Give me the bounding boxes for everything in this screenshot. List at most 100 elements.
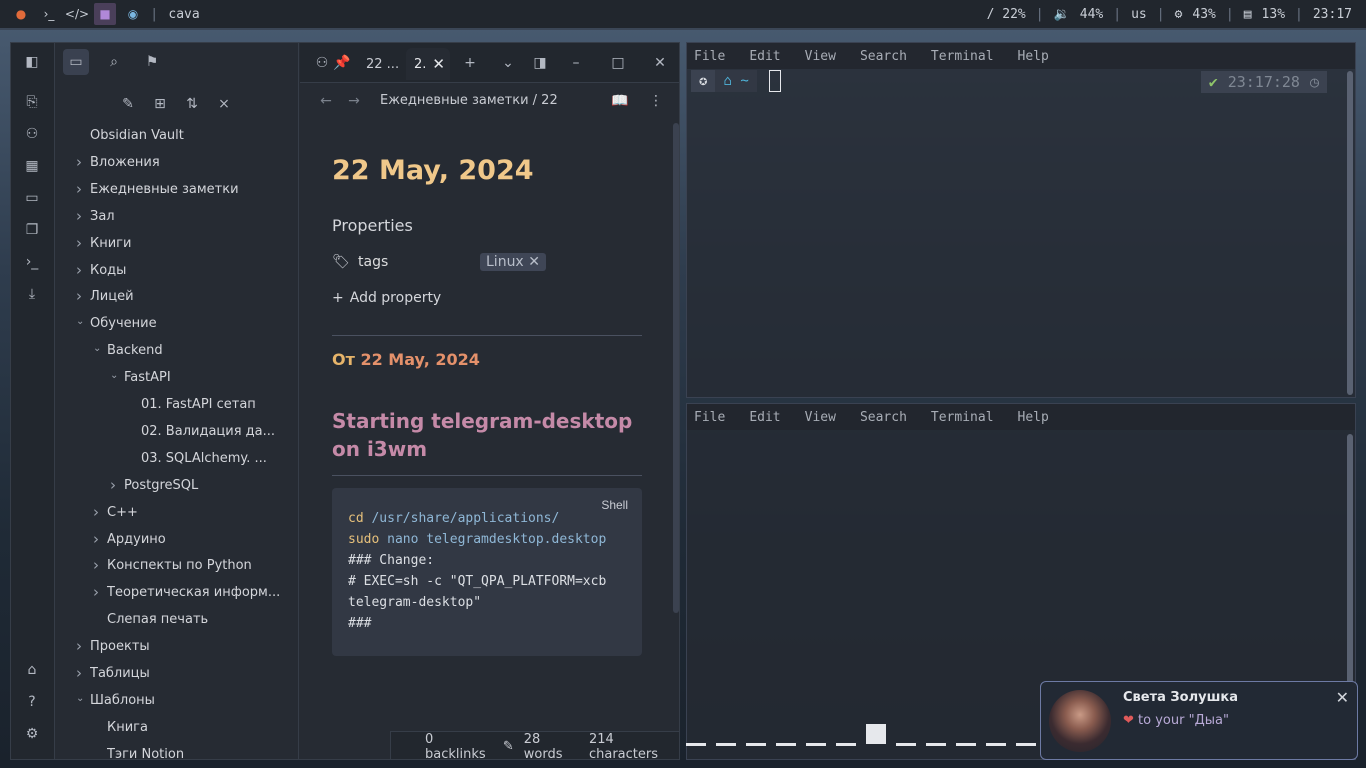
breadcrumb[interactable]: Ежедневные заметки / 22 М — [380, 93, 562, 108]
import-icon[interactable]: ⤓ — [21, 283, 43, 305]
pin-icon[interactable]: 📌 — [332, 53, 352, 73]
folder-item[interactable]: Таблицы — [90, 663, 285, 685]
file-item[interactable]: Тэги Notion — [107, 744, 285, 759]
backlinks-count[interactable]: 0 backlinks — [425, 732, 493, 760]
chevron-down-icon[interactable]: ⌄ — [76, 693, 88, 704]
menu-view[interactable]: View — [805, 49, 836, 64]
from-date-link[interactable]: 22 May, 2024 — [360, 350, 479, 369]
close-window-icon[interactable]: ✕ — [650, 53, 670, 73]
settings-gear-icon[interactable]: ⚙ — [21, 723, 43, 745]
chevron-down-icon[interactable]: ⌄ — [93, 343, 105, 354]
folder-item[interactable]: Зал — [90, 206, 285, 228]
tag-pill-linux[interactable]: Linux ✕ — [480, 253, 546, 271]
folder-item[interactable]: PostgreSQL — [124, 475, 285, 497]
volume-icon[interactable]: 🔉 — [1054, 7, 1070, 22]
menu-edit[interactable]: Edit — [749, 49, 780, 64]
close-notification-icon[interactable]: ✕ — [1336, 688, 1349, 707]
new-folder-icon[interactable]: ⊞ — [147, 91, 173, 117]
chevron-right-icon[interactable]: › — [76, 234, 88, 252]
more-options-icon[interactable]: ⋮ — [646, 91, 666, 111]
folder-item[interactable]: Конспекты по Python — [107, 555, 285, 577]
chevron-right-icon[interactable]: › — [93, 556, 105, 574]
folder-item[interactable]: Шаблоны — [90, 690, 285, 712]
folder-item[interactable]: Обучение — [90, 313, 285, 335]
menu-file-2[interactable]: File — [694, 410, 725, 425]
file-item[interactable]: 03. SQLAlchemy. ... — [141, 448, 285, 470]
volume-level[interactable]: 44% — [1080, 7, 1103, 22]
folder-item[interactable]: Ардуино — [107, 529, 285, 551]
file-item[interactable]: 02. Валидация да... — [141, 421, 285, 443]
close-tab-icon[interactable]: ✕ — [432, 55, 445, 73]
folder-item[interactable]: Книги — [90, 233, 285, 255]
open-quick-switcher-icon[interactable]: ⎘ — [21, 91, 43, 113]
folder-item[interactable]: Backend — [107, 340, 285, 362]
terminal-top-scrollbar[interactable] — [1347, 71, 1353, 395]
menu-help[interactable]: Help — [1018, 49, 1049, 64]
command-palette-icon[interactable]: ›_ — [21, 251, 43, 273]
menu-file[interactable]: File — [694, 49, 725, 64]
keyboard-layout[interactable]: us — [1131, 7, 1147, 22]
property-key-tags[interactable]: tags — [358, 254, 388, 270]
folder-item[interactable]: Теоретическая информ... — [107, 582, 285, 604]
help-icon[interactable]: ? — [21, 691, 43, 713]
bookmarks-icon[interactable]: ⚑ — [139, 49, 165, 75]
calendar-icon[interactable]: ▭ — [21, 187, 43, 209]
maximize-icon[interactable]: □ — [608, 53, 628, 73]
files-tab-icon[interactable]: ▭ — [63, 49, 89, 75]
properties-heading[interactable]: Properties — [332, 216, 642, 235]
note-title[interactable]: 22 May, 2024 — [332, 155, 642, 186]
menu-terminal[interactable]: Terminal — [931, 49, 994, 64]
menu-edit-2[interactable]: Edit — [749, 410, 780, 425]
forward-arrow-icon[interactable]: → — [344, 91, 364, 111]
folder-item[interactable]: C++ — [107, 502, 285, 524]
tab-list-chevron-down-icon[interactable]: ⌄ — [498, 53, 518, 73]
menu-search[interactable]: Search — [860, 49, 907, 64]
chevron-right-icon[interactable]: › — [93, 530, 105, 548]
sidebar-toggle-icon[interactable]: ◧ — [21, 51, 43, 73]
chevron-right-icon[interactable]: › — [110, 476, 122, 494]
edit-mode-icon[interactable]: ✎ — [503, 739, 514, 754]
menu-terminal-2[interactable]: Terminal — [931, 410, 994, 425]
menu-view-2[interactable]: View — [805, 410, 836, 425]
obsidian-icon[interactable]: ■ — [94, 3, 116, 25]
search-icon[interactable]: ⌕ — [101, 49, 127, 75]
remove-tag-icon[interactable]: ✕ — [528, 254, 540, 270]
file-item[interactable]: Книга — [107, 717, 285, 739]
chevron-down-icon[interactable]: ⌄ — [110, 370, 122, 381]
collapse-all-icon[interactable]: ⨯ — [211, 91, 237, 117]
folder-item[interactable]: Проекты — [90, 636, 285, 658]
file-item[interactable]: 01. FastAPI сетап — [141, 394, 285, 416]
menu-search-2[interactable]: Search — [860, 410, 907, 425]
code-icon[interactable]: </> — [65, 3, 89, 25]
vault-switcher-icon[interactable]: ⌂ — [21, 659, 43, 681]
chevron-right-icon[interactable]: › — [76, 287, 88, 305]
folder-item[interactable]: FastAPI — [124, 367, 285, 389]
canvas-icon[interactable]: ▦ — [21, 155, 43, 177]
vault-name[interactable]: Obsidian Vault — [90, 125, 184, 147]
back-arrow-icon[interactable]: ← — [316, 91, 336, 111]
graph-view-icon[interactable]: ⚇ — [21, 123, 43, 145]
menu-help-2[interactable]: Help — [1018, 410, 1049, 425]
file-item[interactable]: Слепая печать — [107, 609, 285, 631]
chevron-right-icon[interactable]: › — [76, 180, 88, 198]
tab-note-1[interactable]: 22 ... — [358, 48, 402, 80]
tab-note-2[interactable]: 2. ✕ — [406, 48, 450, 80]
chevron-right-icon[interactable]: › — [76, 637, 88, 655]
editor-scrollbar[interactable] — [673, 123, 679, 613]
add-property-button[interactable]: + Add property — [332, 287, 642, 309]
section-heading[interactable]: Starting telegram-desktop on i3wm — [332, 407, 642, 463]
telegram-icon[interactable]: ◉ — [122, 3, 144, 25]
notification-popup[interactable]: Света Золушка ❤ to your "Дыа" ✕ — [1040, 681, 1358, 760]
folder-item[interactable]: Ежедневные заметки — [90, 179, 285, 201]
toggle-right-sidebar-icon[interactable]: ◨ — [530, 53, 550, 73]
copy-icon[interactable]: ❐ — [21, 219, 43, 241]
new-tab-icon[interactable]: + — [460, 53, 480, 73]
folder-item[interactable]: Вложения — [90, 152, 285, 174]
folder-item[interactable]: Лицей — [90, 286, 285, 308]
terminal-bottom-scrollbar[interactable] — [1347, 434, 1353, 684]
terminal-window-top[interactable]: File Edit View Search Terminal Help ✪ ⌂ … — [686, 42, 1356, 398]
code-block[interactable]: Shell cd /usr/share/applications/sudo na… — [332, 488, 642, 656]
terminal-icon[interactable]: ›_ — [38, 3, 60, 25]
chevron-right-icon[interactable]: › — [76, 207, 88, 225]
sort-icon[interactable]: ⇅ — [179, 91, 205, 117]
